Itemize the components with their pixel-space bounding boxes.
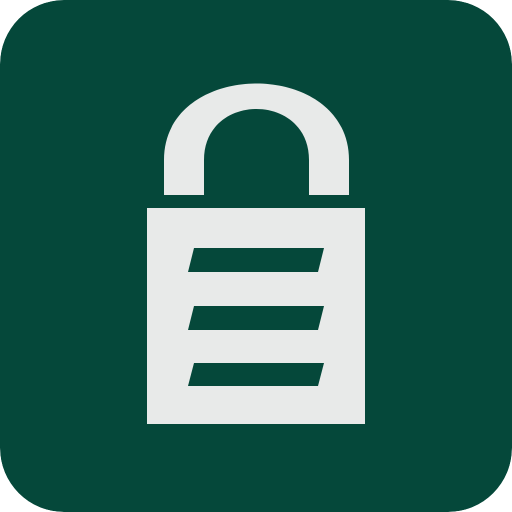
app-icon-tile[interactable] (0, 0, 512, 512)
lock-stripe-3 (188, 363, 324, 386)
lock-stripe-2 (188, 306, 324, 330)
lock-stripe-1 (188, 248, 324, 272)
padlock-icon (0, 0, 512, 512)
